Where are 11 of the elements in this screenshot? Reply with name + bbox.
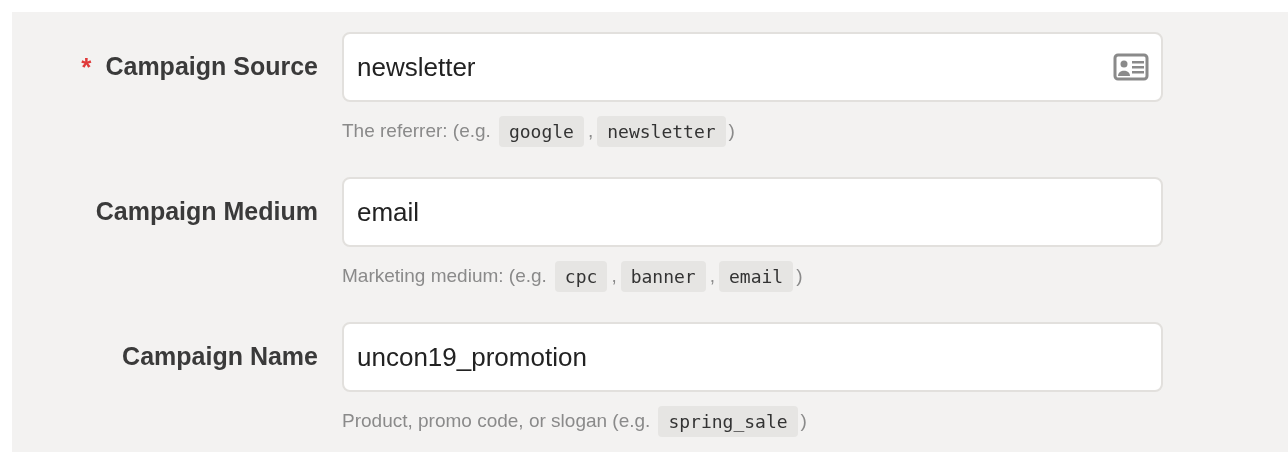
field-label: Campaign Source (105, 51, 318, 83)
help-text: Product, promo code, or slogan (e.g. spring_sale ) (342, 406, 1163, 437)
input-field[interactable]: email (342, 177, 1163, 247)
input-field[interactable]: newsletter (342, 32, 1163, 102)
field-label: Campaign Medium (95, 196, 318, 228)
input-field[interactable]: uncon19_promotion (342, 322, 1163, 392)
help-text: Marketing medium: (e.g. cpc , banner , email ) (342, 261, 1163, 292)
required-asterisk: * (81, 54, 92, 80)
help-text: The referrer: (e.g. google , newsletter ) (342, 116, 1163, 147)
contact-card-icon (1113, 53, 1149, 81)
field-label: Campaign Name (122, 341, 318, 373)
